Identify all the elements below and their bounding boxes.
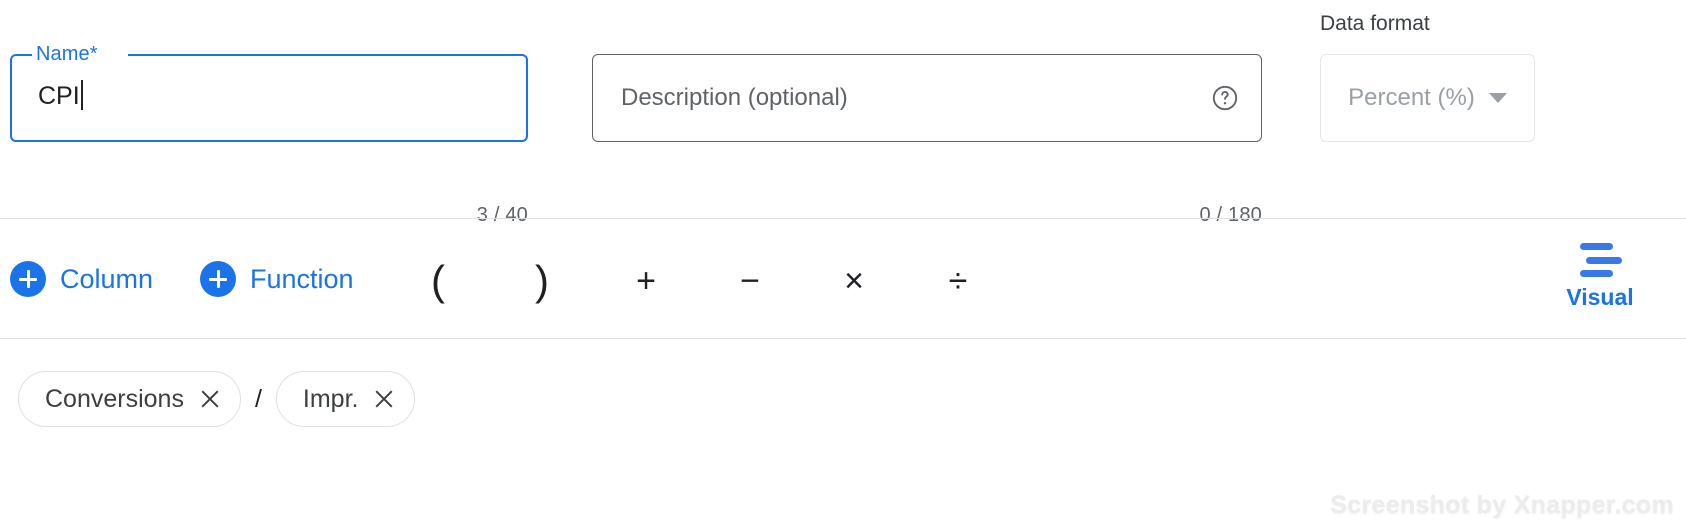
custom-column-editor: Name* CPI 3 / 40 Description (optional) …: [0, 0, 1686, 528]
operator-paren-open[interactable]: (: [416, 260, 460, 302]
formula-expression-area[interactable]: Conversions / Impr.: [0, 339, 1686, 459]
name-field-value: CPI: [38, 80, 83, 112]
plus-circle-icon: [200, 261, 236, 297]
watermark: Screenshot by Xnapper.com: [1330, 491, 1674, 519]
operator-minus[interactable]: −: [728, 261, 772, 301]
operator-plus[interactable]: +: [624, 261, 668, 301]
formula-operator-divide: /: [254, 385, 262, 413]
data-format-label: Data format: [1320, 12, 1430, 35]
visual-mode-label: Visual: [1566, 284, 1634, 310]
name-field-label: Name*: [36, 43, 98, 65]
data-format-select[interactable]: Percent (%): [1320, 54, 1535, 142]
name-input[interactable]: [10, 54, 528, 142]
align-bars-icon: [1578, 243, 1622, 277]
operator-multiply[interactable]: ×: [832, 261, 876, 301]
chip-label: Conversions: [45, 385, 184, 413]
formula-chip-impressions[interactable]: Impr.: [275, 371, 416, 427]
formula-chip-conversions[interactable]: Conversions: [18, 371, 241, 427]
name-value-text: CPI: [38, 82, 80, 110]
visual-mode-toggle[interactable]: Visual: [1544, 243, 1656, 311]
name-field-group: Name* CPI 3 / 40: [10, 43, 528, 226]
fields-row: Name* CPI 3 / 40 Description (optional) …: [0, 0, 1686, 226]
description-field-group: Description (optional) 0 / 180: [592, 54, 1262, 226]
add-column-button[interactable]: Column: [10, 261, 153, 297]
operator-paren-close[interactable]: ): [520, 260, 564, 302]
description-placeholder: Description (optional): [621, 84, 848, 111]
help-circle-icon[interactable]: [1211, 84, 1239, 112]
operator-divide[interactable]: ÷: [936, 261, 980, 301]
add-column-label: Column: [60, 264, 154, 294]
data-format-group: Data format Percent (%): [1320, 10, 1535, 142]
close-icon[interactable]: [198, 387, 222, 411]
chip-label: Impr.: [302, 385, 359, 413]
add-function-button[interactable]: Function: [200, 261, 354, 297]
data-format-value: Percent (%): [1348, 84, 1475, 111]
text-caret: [80, 80, 83, 110]
chevron-down-icon: [1488, 93, 1507, 103]
formula-toolbar: Column Function ( ) + − × ÷ Visual: [0, 219, 1686, 338]
plus-circle-icon: [10, 261, 46, 297]
add-function-label: Function: [250, 264, 354, 294]
close-icon[interactable]: [372, 387, 396, 411]
